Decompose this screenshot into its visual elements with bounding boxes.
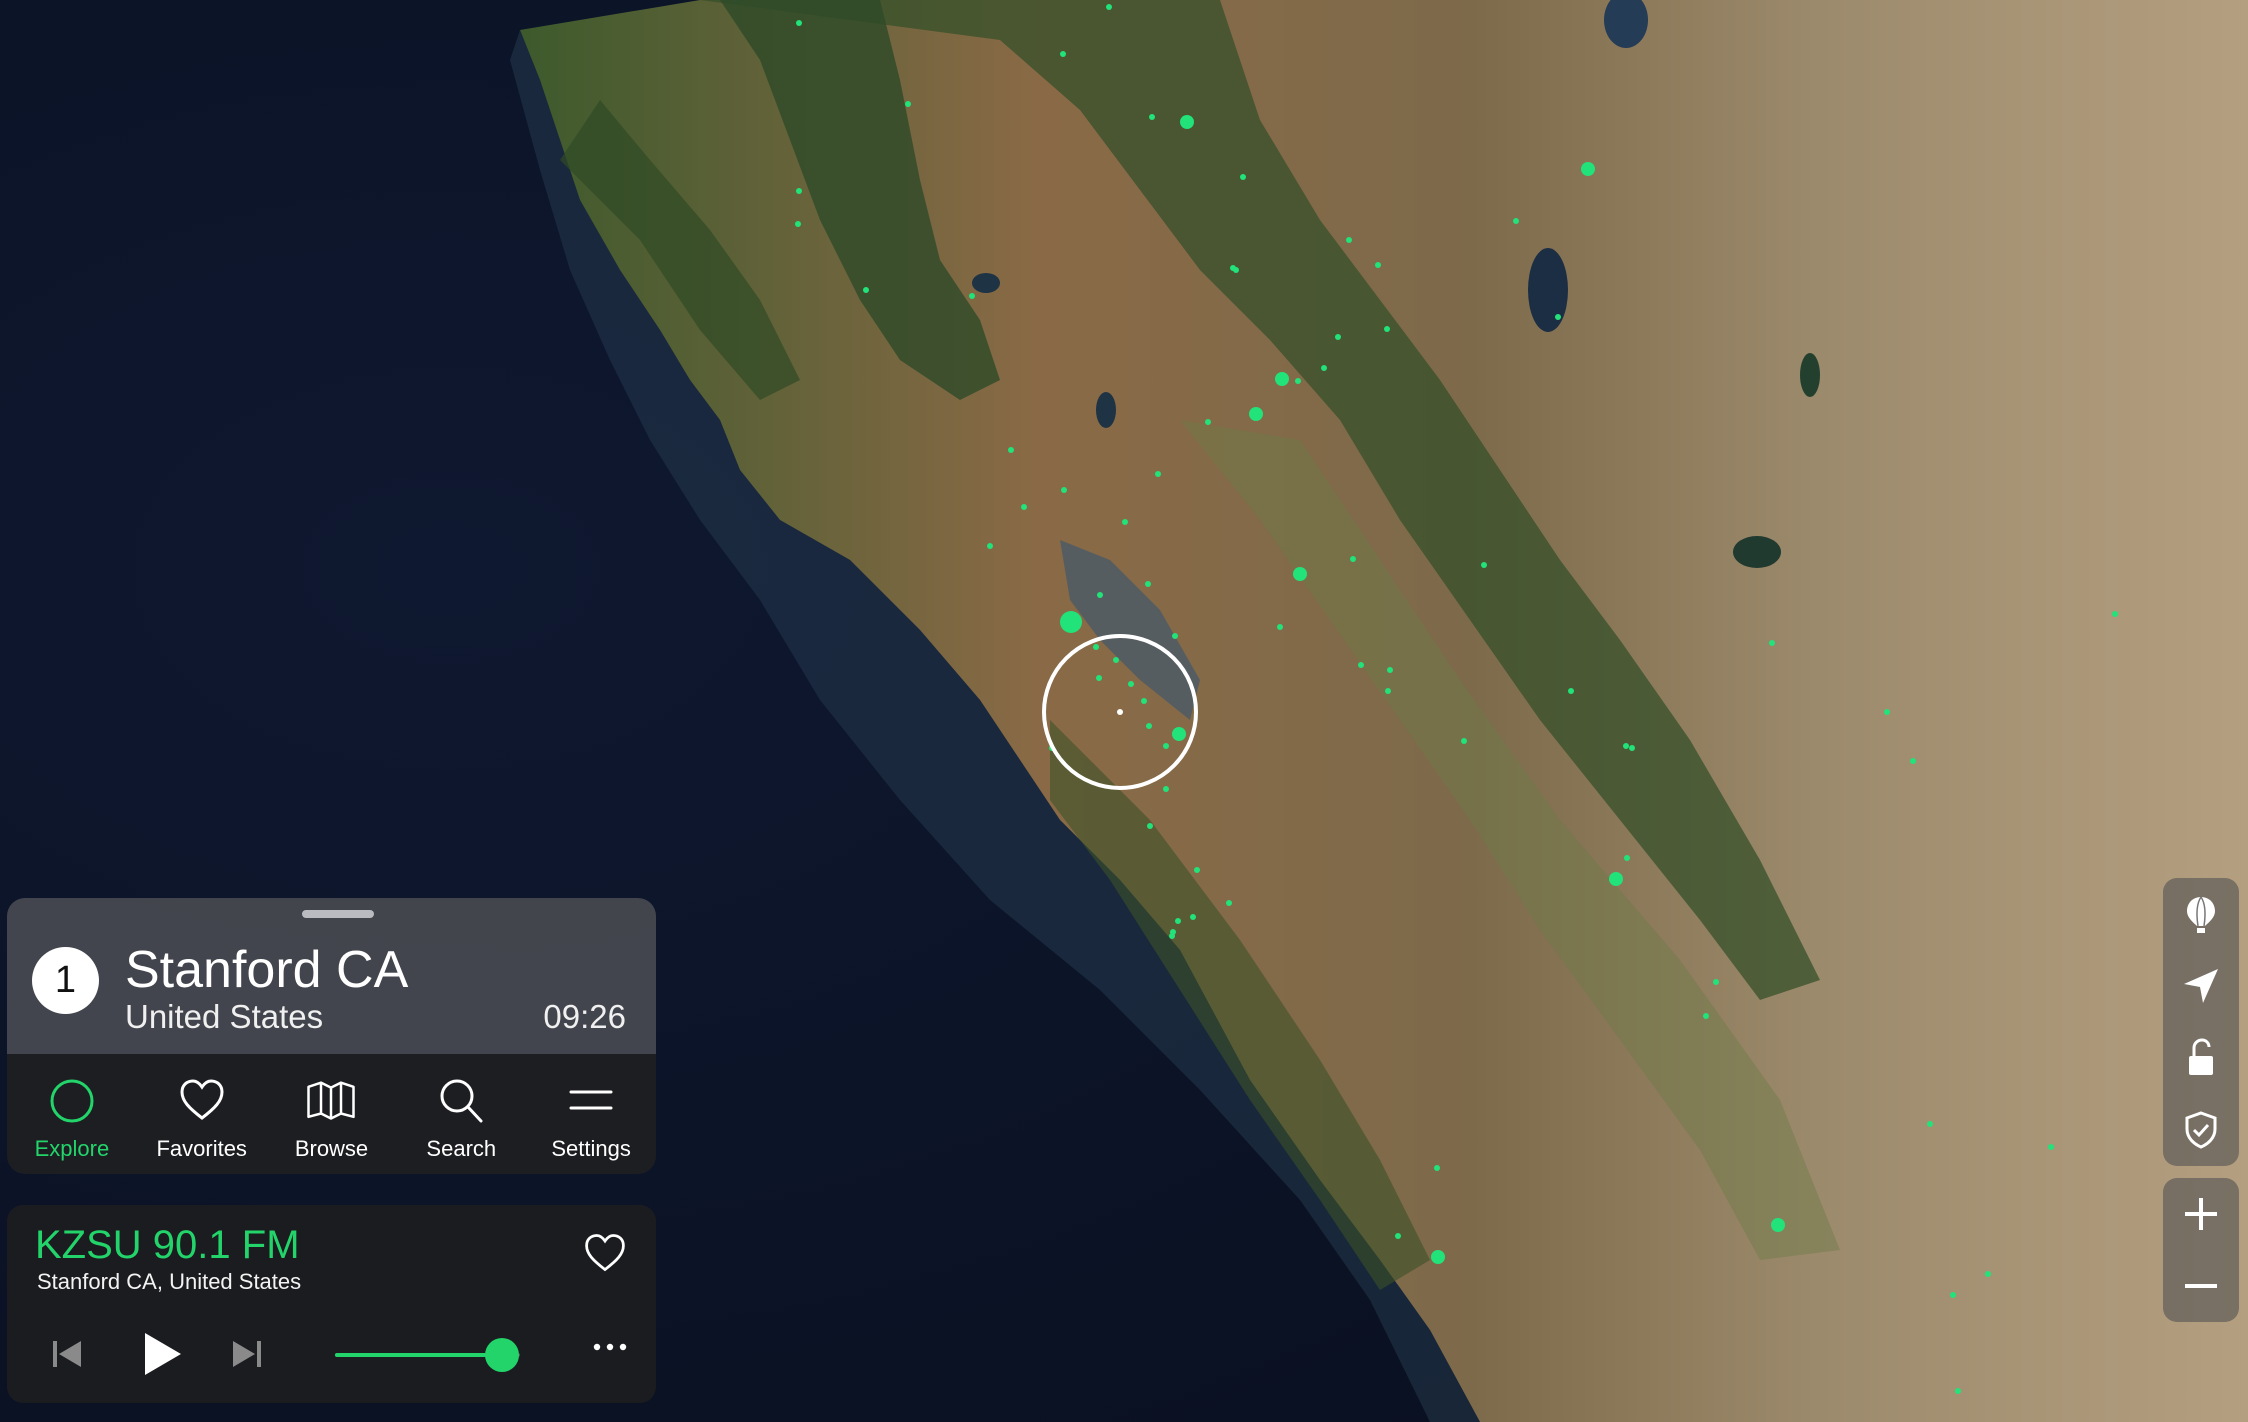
nav-browse-label: Browse [294,1136,369,1161]
local-time: 09:26 [543,998,626,1035]
volume-slider[interactable] [335,1338,520,1372]
zoom-in-icon [2185,1198,2217,1230]
previous-icon[interactable] [49,1336,85,1372]
menu-icon [569,1090,613,1110]
more-options-icon[interactable] [592,1339,628,1355]
balloon-icon [2187,896,2215,933]
station-location: Stanford CA, United States [37,1269,302,1294]
nav-search[interactable]: Search [396,1054,526,1174]
volume-knob[interactable] [484,1338,519,1372]
nav-explore-label: Explore [34,1136,110,1161]
balloon-button[interactable] [2163,878,2239,950]
nav-settings-label: Settings [551,1136,631,1161]
lock-button[interactable] [2163,1022,2239,1094]
play-icon[interactable] [137,1329,185,1379]
search-icon [440,1079,483,1123]
now-playing-player: KZSU 90.1 FM Stanford CA, United States [7,1205,656,1403]
favorite-heart-button[interactable] [582,1230,628,1276]
zoom-out-icon [2185,1284,2217,1288]
bottom-nav: Explore Favorites Browse Search Settings [7,1054,656,1174]
shield-icon [2185,1111,2217,1149]
zoom-in-button[interactable] [2163,1178,2239,1250]
explore-circle-icon [50,1079,94,1123]
nav-explore[interactable]: Explore [7,1054,137,1174]
zoom-out-button[interactable] [2163,1250,2239,1322]
privacy-button[interactable] [2163,1094,2239,1166]
location-card[interactable]: 1 Stanford CA United States 09:26 [7,898,656,1054]
nav-browse[interactable]: Browse [267,1054,397,1174]
drag-handle[interactable] [302,910,374,918]
location-arrow-icon [2184,969,2218,1003]
rank-badge: 1 [32,947,99,1014]
station-name: KZSU 90.1 FM [35,1223,300,1267]
nav-favorites-label: Favorites [156,1136,247,1161]
unlock-icon [2189,1038,2213,1075]
map-icon [307,1081,356,1120]
next-icon[interactable] [229,1336,265,1372]
place-country: United States [125,998,324,1035]
nav-favorites[interactable]: Favorites [137,1054,267,1174]
locate-button[interactable] [2163,950,2239,1022]
nav-settings[interactable]: Settings [526,1054,656,1174]
place-title: Stanford CA [125,941,409,999]
nav-search-label: Search [426,1136,497,1161]
heart-icon [180,1079,224,1120]
